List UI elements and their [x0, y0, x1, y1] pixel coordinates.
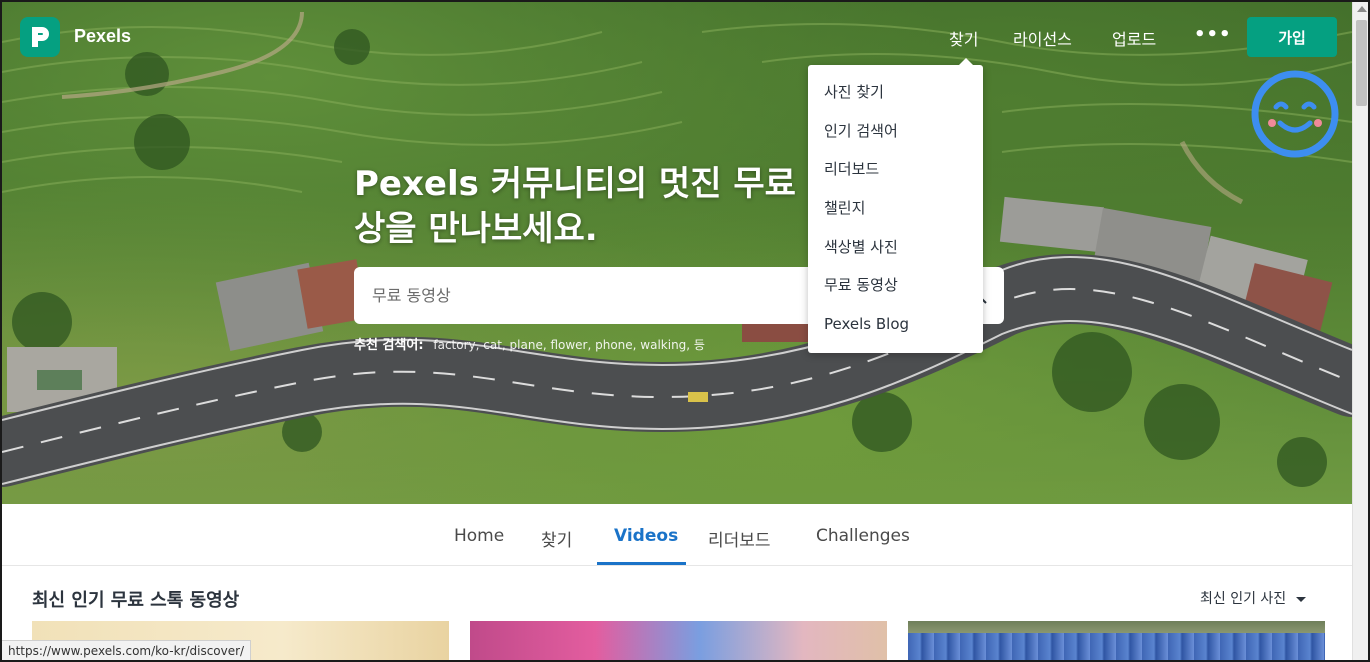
menu-item-color-photos[interactable]: 색상별 사진: [808, 228, 983, 267]
hero-title: Pexels 커뮤니티의 멋진 무료 상을 만나보세요.: [354, 162, 824, 252]
top-navigation: Pexels 찾기 라이선스 업로드 ••• 가입: [2, 2, 1352, 72]
page-scrollbar[interactable]: [1352, 2, 1368, 660]
pexels-logo-icon[interactable]: [20, 17, 60, 57]
browser-window: Pexels 찾기 라이선스 업로드 ••• 가입 Pexels 커뮤니티의 멋…: [0, 0, 1370, 662]
tab-leaderboard[interactable]: 리더보드: [708, 526, 771, 551]
hero-background-image: [2, 11, 1352, 487]
sort-dropdown[interactable]: 최신 인기 사진: [1200, 588, 1307, 608]
menu-item-pexels-blog[interactable]: Pexels Blog: [808, 305, 983, 344]
section-tabs: Home 찾기 Videos 리더보드 Challenges: [2, 504, 1352, 566]
tab-videos[interactable]: Videos: [614, 526, 678, 546]
tab-home[interactable]: Home: [454, 526, 504, 546]
video-thumbnail[interactable]: [470, 621, 887, 660]
status-bar-url: https://www.pexels.com/ko-kr/discover/: [2, 640, 252, 660]
active-tab-indicator: [597, 562, 686, 565]
menu-item-discover-photos[interactable]: 사진 찾기: [808, 73, 983, 112]
sort-dropdown-label: 최신 인기 사진: [1200, 591, 1287, 607]
menu-item-challenges[interactable]: 챌린지: [808, 189, 983, 228]
smiley-face-icon: [1251, 70, 1339, 158]
nav-link-discover[interactable]: 찾기: [949, 26, 978, 50]
logo-text[interactable]: Pexels: [74, 26, 131, 47]
suggested-searches-label: 추천 검색어:: [354, 338, 424, 353]
hero-title-line1: Pexels 커뮤니티의 멋진 무료: [354, 164, 796, 204]
suggested-searches: 추천 검색어: factory, cat, plane, flower, pho…: [354, 334, 705, 353]
caret-down-icon: [1296, 596, 1307, 602]
discover-dropdown-menu: 사진 찾기 인기 검색어 리더보드 챌린지 색상별 사진 무료 동영상 Pexe…: [808, 58, 983, 353]
scrollbar-thumb[interactable]: [1356, 20, 1367, 106]
tab-challenges[interactable]: Challenges: [816, 526, 910, 546]
nav-link-upload[interactable]: 업로드: [1112, 26, 1156, 50]
more-menu-button[interactable]: •••: [1194, 24, 1232, 45]
nav-link-license[interactable]: 라이선스: [1013, 26, 1072, 50]
hero-title-line2: 상을 만나보세요.: [354, 209, 598, 249]
hero-section: Pexels 찾기 라이선스 업로드 ••• 가입 Pexels 커뮤니티의 멋…: [2, 2, 1352, 504]
section-title: 최신 인기 무료 스톡 동영상: [32, 590, 240, 611]
suggested-searches-items[interactable]: factory, cat, plane, flower, phone, walk…: [433, 338, 705, 352]
menu-item-leaderboard[interactable]: 리더보드: [808, 150, 983, 189]
tab-discover[interactable]: 찾기: [541, 526, 572, 551]
scroll-up-icon[interactable]: [1357, 6, 1367, 12]
video-thumbnail[interactable]: [908, 621, 1325, 660]
menu-item-free-videos[interactable]: 무료 동영상: [808, 266, 983, 305]
join-button[interactable]: 가입: [1247, 17, 1337, 57]
menu-item-popular-searches[interactable]: 인기 검색어: [808, 112, 983, 151]
